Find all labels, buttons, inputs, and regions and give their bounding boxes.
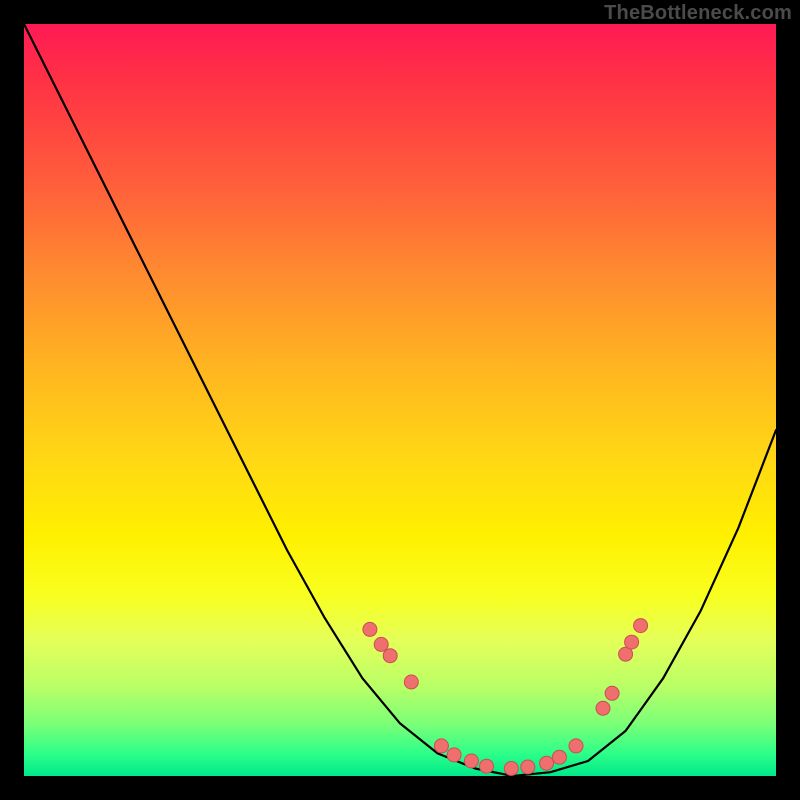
data-dot [605, 686, 619, 700]
watermark-text: TheBottleneck.com [604, 2, 792, 25]
data-dot [434, 739, 448, 753]
bottleneck-curve [24, 24, 776, 776]
data-dot [625, 635, 639, 649]
data-dot [569, 739, 583, 753]
data-dot [464, 754, 478, 768]
data-dot [552, 750, 566, 764]
data-dot [447, 748, 461, 762]
data-dot [596, 701, 610, 715]
data-dot-group [363, 619, 648, 776]
data-dot [363, 622, 377, 636]
data-dot [504, 762, 518, 776]
data-dot [521, 760, 535, 774]
data-dot [634, 619, 648, 633]
data-dot [374, 637, 388, 651]
bottleneck-chart [24, 24, 776, 776]
data-dot [383, 649, 397, 663]
chart-frame [24, 24, 776, 776]
data-dot [480, 759, 494, 773]
data-dot [404, 675, 418, 689]
data-dot [540, 756, 554, 770]
